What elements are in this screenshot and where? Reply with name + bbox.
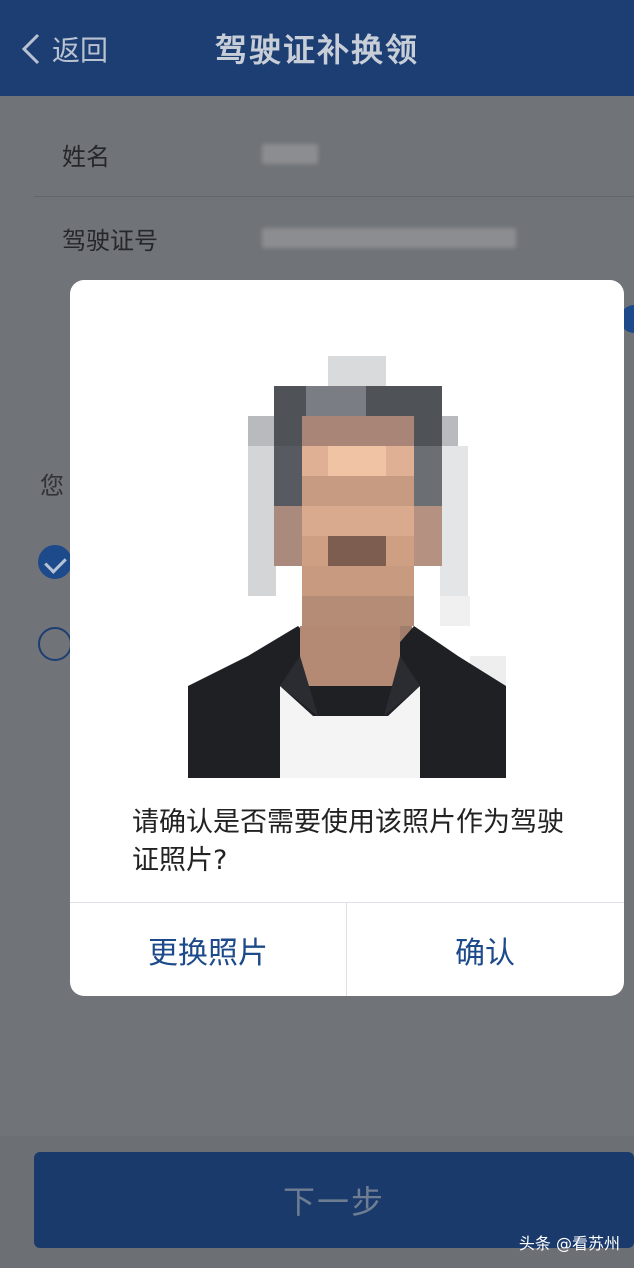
name-row: 姓名	[0, 112, 634, 196]
section-hint-text: 您	[40, 472, 64, 500]
radio-option-selected[interactable]	[38, 545, 72, 579]
pixelated-portrait-image	[188, 356, 506, 778]
license-number-row: 驾驶证号	[0, 196, 634, 280]
chevron-left-icon	[21, 33, 40, 65]
watermark-text: 头条 @看苏州	[518, 1234, 620, 1253]
license-photo	[188, 356, 506, 778]
back-button[interactable]: 返回	[20, 28, 108, 70]
name-value-redacted	[262, 144, 318, 164]
nav-bar: 返回 驾驶证补换领	[0, 0, 634, 96]
dialog-message: 请确认是否需要使用该照片作为驾驶证照片?	[132, 807, 564, 876]
license-number-value-redacted	[262, 228, 516, 248]
confirm-photo-dialog: 请确认是否需要使用该照片作为驾驶证照片? 更换照片 确认	[70, 280, 624, 996]
back-label: 返回	[52, 34, 109, 67]
confirm-button[interactable]: 确认	[347, 903, 623, 996]
change-photo-button[interactable]: 更换照片	[70, 903, 346, 996]
page-title: 驾驶证补换领	[214, 31, 419, 69]
name-label: 姓名	[62, 142, 110, 171]
license-number-label: 驾驶证号	[62, 226, 158, 255]
radio-option[interactable]	[38, 627, 72, 661]
